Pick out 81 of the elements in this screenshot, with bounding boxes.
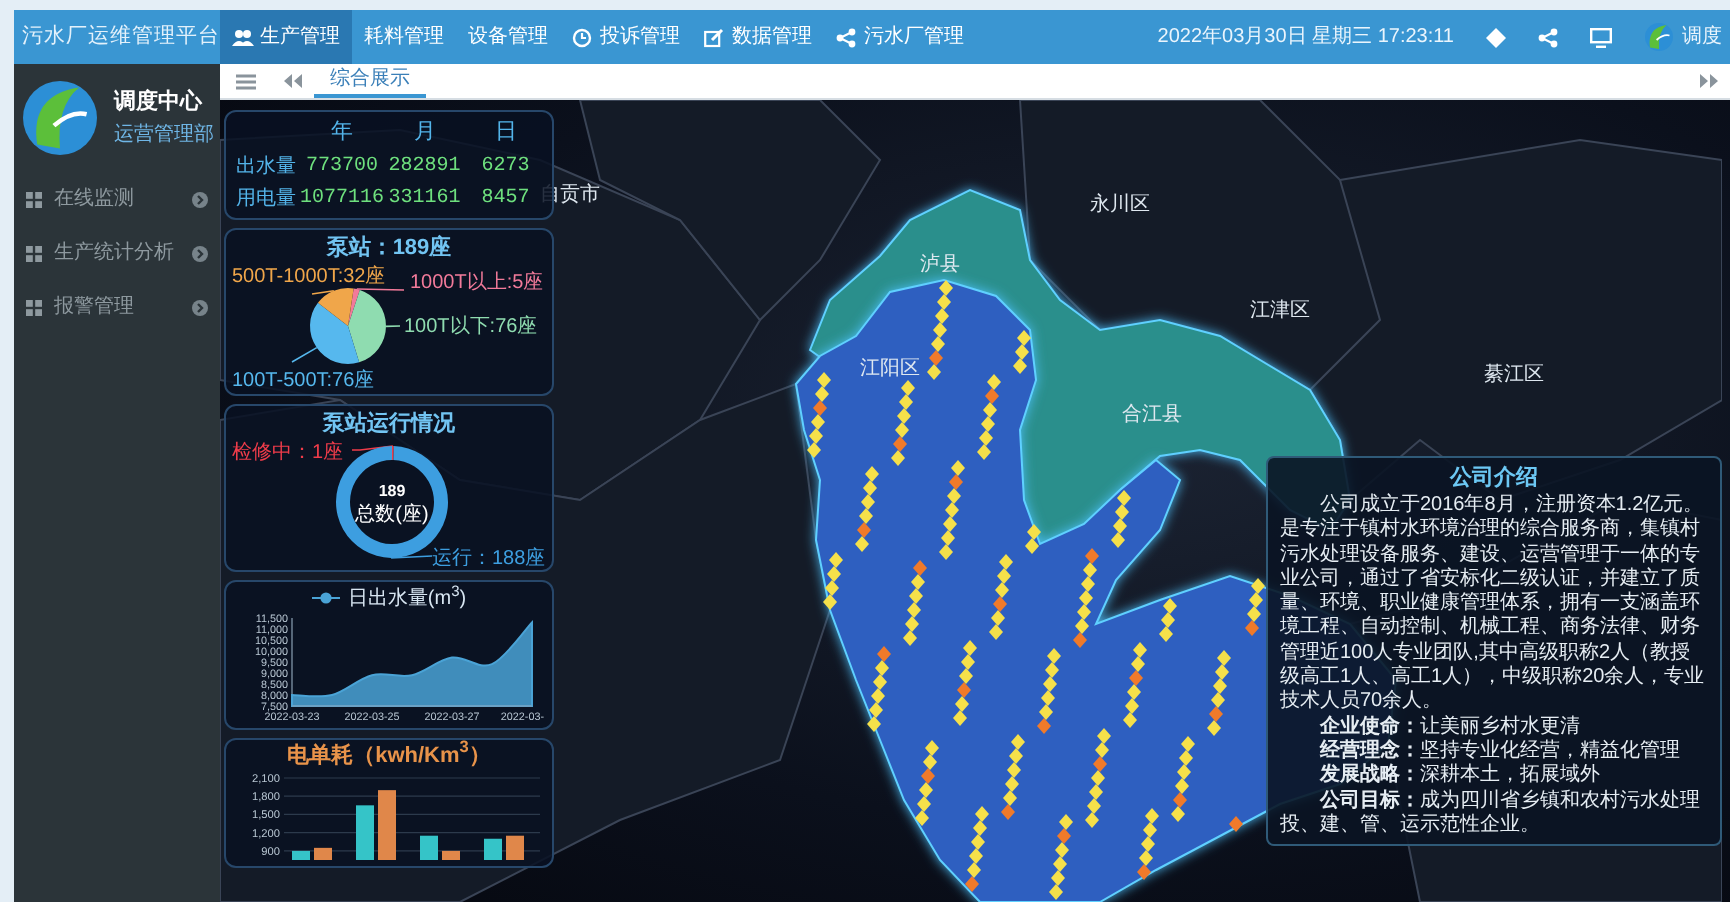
leader-line: [385, 324, 401, 327]
stat-value: 6273: [479, 153, 532, 181]
bar: [442, 849, 460, 859]
sidebar-item[interactable]: 在线监测: [14, 172, 220, 226]
place-label: 泸县: [920, 254, 960, 276]
double-chevron-right-icon[interactable]: [1700, 74, 1718, 88]
chevron-circle-icon: [192, 191, 208, 207]
leader-line: [351, 444, 394, 450]
bar: [314, 846, 332, 859]
leader-line: [311, 288, 335, 294]
nav-tab[interactable]: 生产管理: [220, 10, 352, 64]
department-name[interactable]: 运营管理部: [114, 119, 214, 150]
user-avatar-icon: [1644, 22, 1674, 52]
bar: [484, 837, 502, 859]
chart-label: 检修中：1座: [232, 441, 344, 463]
bar: [356, 804, 374, 859]
chart-label: 1000T以上:5座: [410, 271, 544, 293]
stat-value: 1077116: [300, 185, 385, 213]
station-marker: [1229, 816, 1243, 832]
column-header: 月: [411, 118, 438, 148]
menu-icon[interactable]: [236, 74, 256, 90]
stat-value: 773700: [304, 153, 381, 181]
place-label: 綦江区: [1484, 364, 1544, 386]
nav-tab[interactable]: 耗料管理: [352, 10, 456, 64]
intro-item: 经营理念：坚持专业化经营，精益化管理: [1317, 739, 1682, 763]
chart-title: 泵站运行情况: [320, 409, 457, 437]
chart-label: 运行：188座: [432, 547, 546, 565]
intro-item: 企业使命：让美丽乡村水更清: [1318, 715, 1582, 739]
chevron-circle-icon: [192, 299, 208, 315]
page-tab[interactable]: 综合展示: [314, 64, 426, 98]
profile-name: 调度中心: [114, 87, 204, 119]
row-label: 出水量: [234, 153, 298, 181]
app-title: 污水厂运维管理平台: [20, 21, 220, 52]
date-time: 2022年03月30日 星期三 17:23:11: [1157, 23, 1454, 52]
place-label: 永川区: [1090, 194, 1150, 216]
leader-line: [291, 345, 318, 362]
stat-value: 282891: [386, 153, 463, 181]
bar: [420, 834, 438, 859]
leader-line: [355, 287, 405, 290]
chart-label: 500T-1000T:32座: [232, 265, 386, 287]
intro-paragraph: 公司成立于2016年8月，注册资本1.2亿元。是专注于镇村水环境治理的综合服务商，集镇村污水处理设备服务、建设、运营管理于一体的专业公司，通过了省安标化二级认证，并建立了质量、环境、职业健康管理体系，拥有一支涵盖环境工程、自动控制、机械工程、商务法律、财务管理近100人专业团队,其中高级职称2人（教授级高工1人、高工1人），中级职称20余人，专业技术人员70余人。: [1280, 494, 1707, 715]
double-chevron-left-icon[interactable]: [284, 74, 302, 88]
grid-icon: [26, 191, 42, 207]
sidebar-item[interactable]: 报警管理: [14, 280, 220, 334]
nav-tab[interactable]: 数据管理: [692, 10, 824, 64]
user-name[interactable]: 调度: [1682, 22, 1722, 52]
grid-icon: [26, 245, 42, 261]
monitor-icon[interactable]: [1590, 27, 1612, 47]
y-axis: [255, 613, 293, 713]
diamond-icon[interactable]: [1486, 27, 1506, 47]
row-label: 用电量: [234, 185, 298, 213]
bar: [292, 849, 310, 859]
column-header: 日: [492, 118, 519, 148]
total-label: 总数(座): [355, 503, 429, 525]
logo-icon: [22, 80, 98, 156]
stat-value: 8457: [479, 185, 532, 213]
nav-tab[interactable]: 设备管理: [456, 10, 560, 64]
nav-tab[interactable]: 污水厂管理: [824, 10, 976, 64]
chevron-circle-icon: [192, 245, 208, 261]
intro-item: 发展战略：深耕本土，拓展域外: [1317, 764, 1602, 789]
legend-label: 日出水量(m$^{3}$): [347, 585, 467, 611]
panel-title: 公司介绍: [1447, 464, 1540, 493]
chart-title: 泵站：189座: [324, 233, 454, 261]
chart-label: 100T-500T:76座: [232, 369, 375, 389]
intro-item: 公司目标：成为四川省乡镇和农村污水处理投、建、管、运示范性企业。: [1280, 789, 1702, 839]
chart-label: 100T以下:76座: [404, 315, 538, 337]
stat-value: 331161: [386, 185, 463, 213]
share-icon[interactable]: [1538, 27, 1558, 47]
leader-line: [390, 554, 433, 558]
place-label: 合江县: [1122, 404, 1182, 426]
chart-title: 电单耗（kwh/Km$^{3}$）: [285, 743, 493, 769]
nav-tab[interactable]: 投诉管理: [560, 10, 692, 64]
bar: [378, 789, 396, 859]
sidebar-item[interactable]: 生产统计分析: [14, 226, 220, 280]
place-label: 江津区: [1250, 300, 1310, 322]
total-value: 189: [378, 481, 406, 499]
bar: [506, 834, 524, 859]
place-label: 江阳区: [860, 358, 920, 380]
column-header: 年: [329, 118, 355, 148]
grid-icon: [26, 299, 42, 315]
legend-marker-icon: [311, 592, 340, 604]
